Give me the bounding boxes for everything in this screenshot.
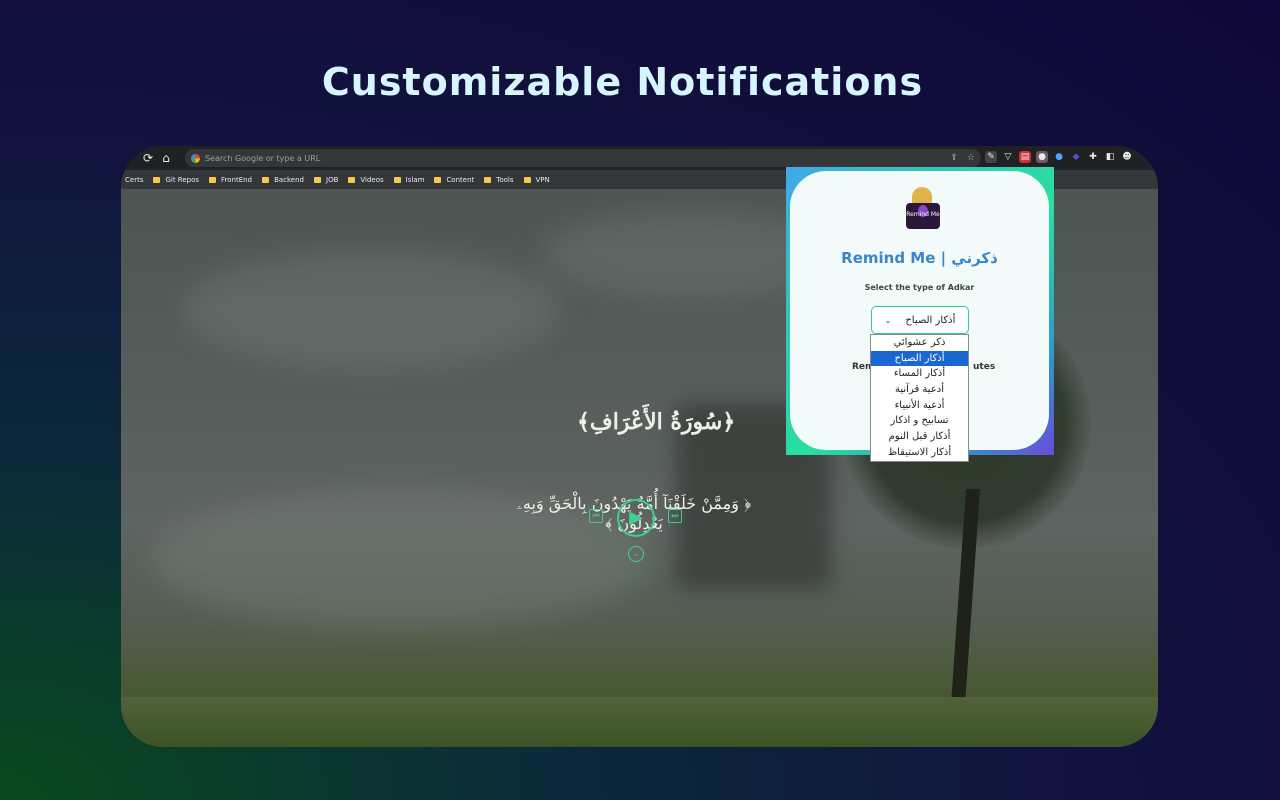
remind-me-logo: Remind Me (902, 187, 944, 233)
ext-pen-icon[interactable]: ✎ (985, 151, 997, 163)
folder-icon (153, 176, 161, 183)
dropdown-option[interactable]: أدعية الأنبياء (871, 398, 968, 414)
ext-filter-icon[interactable]: ▽ (1002, 151, 1014, 163)
headline: Customizable Notifications (321, 60, 924, 104)
popup-subtitle: Select the type of Adkar (864, 283, 975, 292)
dropdown-option[interactable]: تسابيح و اذكار (871, 413, 968, 429)
ext-calendar-icon[interactable]: ▤ (1019, 151, 1031, 163)
dropdown-option[interactable]: أدعية قرآنية (871, 382, 968, 398)
folder-icon (314, 176, 321, 183)
folder-icon (262, 176, 270, 183)
bookmark-videos[interactable]: Videos (348, 176, 384, 184)
dropdown-option-selected[interactable]: أذكار الصباح (871, 350, 968, 367)
bookmark-star-icon[interactable]: ☆ (967, 153, 975, 163)
folder-icon (434, 176, 442, 183)
chevron-down-icon: ⌄ (884, 315, 892, 325)
ext-remind-me-icon[interactable]: ● (1036, 151, 1048, 163)
dropdown-option[interactable]: أذكار المساء (871, 366, 968, 382)
adkar-dropdown-list: ذكر عشوائي أذكار الصباح أذكار المساء أدع… (870, 334, 969, 462)
bookmark-content[interactable]: Content (434, 176, 474, 184)
profile-icon[interactable]: ☻ (1121, 151, 1133, 163)
dropdown-option[interactable]: أذكار قبل النوم (871, 429, 968, 445)
select-value: أذكار الصباح (905, 314, 956, 326)
play-icon[interactable]: ▶ (617, 499, 655, 537)
address-placeholder: Search Google or type a URL (205, 153, 321, 163)
adkar-type-select[interactable]: ⌄ أذكار الصباح (871, 306, 969, 334)
bookmark-frontend[interactable]: FrontEnd (209, 176, 252, 184)
address-bar[interactable]: Search Google or type a URL ⇪ ☆ (185, 149, 981, 167)
bookmark-vpn[interactable]: VPN (523, 176, 550, 184)
ext-circle-icon[interactable]: ● (1053, 151, 1065, 163)
previous-icon[interactable]: ⏮ (589, 509, 603, 523)
extension-bar: ✎ ▽ ▤ ● ● ◆ ✚ ◧ ☻ (985, 151, 1133, 163)
bookmark-certs[interactable]: Certs (125, 176, 143, 184)
bookmark-islam[interactable]: Islam (393, 176, 424, 184)
folder-icon (393, 176, 401, 183)
side-panel-icon[interactable]: ◧ (1104, 151, 1116, 163)
expand-chevron-icon[interactable]: ⌄ (628, 546, 644, 562)
folder-icon (484, 176, 492, 183)
folder-icon (348, 176, 356, 183)
forward-icon[interactable]: › (121, 151, 139, 165)
folder-icon (209, 176, 217, 183)
surah-title: ﴿سُورَةُ الأَعْرَافِ﴾ (577, 409, 736, 435)
reload-icon[interactable]: ⟳ (139, 151, 157, 165)
bookmark-backend[interactable]: Backend (262, 176, 304, 184)
folder-icon (523, 176, 531, 183)
share-icon[interactable]: ⇪ (950, 153, 958, 163)
bookmark-job[interactable]: JOB (314, 176, 338, 184)
popup-title: Remind Me | ذكرني (841, 249, 998, 267)
dropdown-option[interactable]: أذكار الاستيقاظ (871, 445, 968, 461)
google-icon (191, 153, 200, 163)
dropdown-option[interactable]: ذكر عشوائي (871, 335, 968, 351)
background-cloud (181, 249, 561, 369)
next-icon[interactable]: ⏭ (668, 509, 682, 523)
bookmark-git-repos[interactable]: Git Repos (153, 176, 199, 184)
remind-interval-label-end: utes (973, 362, 996, 372)
bookmark-tools[interactable]: Tools (484, 176, 514, 184)
extensions-puzzle-icon[interactable]: ✚ (1087, 151, 1099, 163)
ext-diamond-icon[interactable]: ◆ (1070, 151, 1082, 163)
grass-field (121, 697, 1158, 747)
home-icon[interactable]: ⌂ (157, 151, 175, 165)
